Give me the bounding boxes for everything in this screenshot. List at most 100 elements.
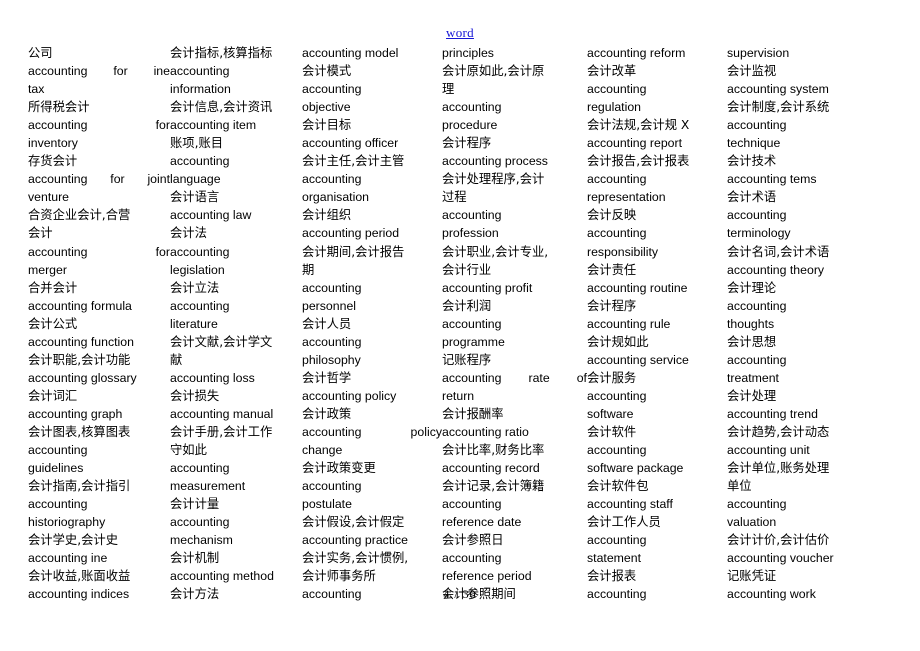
glossary-term-chinese: 会计指南,会计指引 <box>28 479 131 494</box>
page-header: word <box>0 0 920 48</box>
glossary-word: joint <box>147 172 170 187</box>
glossary-term-english: merger <box>28 262 67 277</box>
glossary-term-chinese: 会计法规,会计规 X <box>587 118 690 133</box>
glossary-term-english: regulation <box>587 100 642 115</box>
glossary-term-english: accounting for <box>28 116 170 134</box>
glossary-term-english: postulate <box>302 497 352 512</box>
glossary-term-english: accounting graph <box>28 406 123 421</box>
glossary-term-english: accounting law <box>170 208 252 223</box>
glossary-word: accounting <box>28 118 88 133</box>
glossary-term-chinese: 记账凭证 <box>727 569 777 584</box>
glossary-term-english: accounting <box>170 244 230 259</box>
glossary-term-chinese: 记账程序 <box>442 352 492 367</box>
glossary-term-english: accounting item <box>170 118 257 133</box>
glossary-term-chinese: 会计原如此,会计原 <box>442 64 545 79</box>
glossary-word: for <box>155 244 170 259</box>
glossary-term-chinese: 理 <box>442 82 455 97</box>
glossary-term-chinese: 会计假设,会计假定 <box>302 515 405 530</box>
glossary-term-chinese: 会计立法 <box>170 280 220 295</box>
glossary-term-english: change <box>302 443 343 458</box>
glossary-term-chinese: 合资企业会计,合营 <box>28 208 131 223</box>
glossary-term-english: statement <box>587 551 641 566</box>
glossary-term-chinese: 会计比率,财务比率 <box>442 443 545 458</box>
glossary-term-chinese: 会计报酬率 <box>442 406 504 421</box>
glossary-term-english: accounting voucher <box>727 551 834 566</box>
glossary-term-english: tax <box>28 82 45 97</box>
glossary-term-english: mechanism <box>170 533 233 548</box>
glossary-term-english: guidelines <box>28 461 84 476</box>
glossary-term-english: treatment <box>727 370 779 385</box>
glossary-term-chinese: 会计服务 <box>587 370 637 385</box>
glossary-term-chinese: 会计记录,会计簿籍 <box>442 479 545 494</box>
glossary-term-english: principles <box>442 46 494 60</box>
glossary-term-english: accounting reform <box>587 46 686 60</box>
glossary-term-english: accounting practice <box>302 533 408 548</box>
glossary-term-english: accounting <box>170 154 230 169</box>
glossary-term-english: supervision <box>727 46 790 60</box>
glossary-term-english: accounting <box>170 64 230 79</box>
glossary-term-english: procedure <box>442 118 498 133</box>
glossary-term-english: accounting report <box>587 136 683 151</box>
glossary-term-chinese: 会计行业 <box>442 262 492 277</box>
glossary-term-english: measurement <box>170 479 246 494</box>
glossary-term-english: legislation <box>170 262 225 277</box>
glossary-term-english: accounting <box>302 334 362 349</box>
glossary-term-english: accounting <box>727 352 787 367</box>
glossary-term-english: accounting function <box>28 334 134 349</box>
glossary-term-chinese: 会计思想 <box>727 334 777 349</box>
glossary-term-english: accounting method <box>170 569 274 584</box>
glossary-term-chinese: 会计程序 <box>587 298 637 313</box>
glossary-term-english: accounting <box>170 461 230 476</box>
glossary-term-english: philosophy <box>302 352 361 367</box>
glossary-term-chinese: 会计文献,会计学文 <box>170 334 273 349</box>
glossary-term-chinese: 会计学史,会计史 <box>28 533 118 548</box>
glossary-word: rate <box>528 370 550 385</box>
glossary-term-english: organisation <box>302 190 369 205</box>
glossary-term-chinese: 会计报告,会计报表 <box>587 154 690 169</box>
glossary-term-english: responsibility <box>587 244 659 259</box>
glossary-term-chinese: 期 <box>302 262 315 277</box>
glossary-term-english: inventory <box>28 136 78 151</box>
glossary-term-chinese: 会计职业,会计专业, <box>442 244 549 259</box>
glossary-term-chinese: 会计规如此 <box>587 334 649 349</box>
glossary-word: for <box>113 64 128 79</box>
document-page: word 公司 accounting for ine tax 所得税会计 accountin… <box>0 0 920 651</box>
glossary-term-english: accounting manual <box>170 406 274 421</box>
glossary-term-chinese: 会计参照日 <box>442 533 504 548</box>
glossary-term-english: accounting policy <box>302 423 442 441</box>
glossary-word: accounting <box>28 64 88 79</box>
glossary-term-english: accounting loss <box>170 370 255 385</box>
glossary-term-chinese: 会计模式 <box>302 64 352 79</box>
glossary-term-english: accounting <box>302 479 362 494</box>
glossary-term-english: terminology <box>727 226 791 241</box>
glossary-term-english: technique <box>727 136 781 151</box>
glossary-term-english: reference period <box>442 569 532 584</box>
glossary-term-chinese: 存货会计 <box>28 154 78 169</box>
glossary-term-chinese: 账项,账目 <box>170 136 224 151</box>
glossary-column-2: 会计指标,核算指标 accounting information 会计信息,会计资讯 a… <box>170 44 302 603</box>
glossary-term-english: accounting <box>587 226 647 241</box>
glossary-term-english: accounting process <box>442 154 548 169</box>
glossary-term-english: software <box>587 406 634 421</box>
glossary-term-english: accounting glossary <box>28 370 137 385</box>
glossary-term-chinese: 会计技术 <box>727 154 777 169</box>
glossary-term-english: accounting <box>170 515 230 530</box>
glossary-term-english: accounting <box>302 172 362 187</box>
glossary-term-chinese: 会计理论 <box>727 280 777 295</box>
word-link[interactable]: word <box>446 25 474 40</box>
glossary-term-chinese: 会计图表,核算图表 <box>28 424 131 439</box>
glossary-term-english: accounting <box>727 208 787 223</box>
glossary-term-english: accounting <box>28 443 88 458</box>
glossary-term-english: venture <box>28 190 70 205</box>
glossary-term-chinese: 会计人员 <box>302 316 352 331</box>
glossary-term-english: accounting <box>442 100 502 115</box>
glossary-term-english: accounting record <box>442 461 540 476</box>
glossary-term-english: programme <box>442 334 505 349</box>
glossary-term-chinese: 会计 <box>28 226 53 241</box>
glossary-term-chinese: 会计名词,会计术语 <box>727 244 830 259</box>
glossary-word: accounting <box>28 244 88 259</box>
glossary-term-english: accounting officer <box>302 136 399 151</box>
glossary-word: ine <box>153 64 170 79</box>
glossary-term-chinese: 会计主任,会计主管 <box>302 154 405 169</box>
glossary-term-english: valuation <box>727 515 777 530</box>
